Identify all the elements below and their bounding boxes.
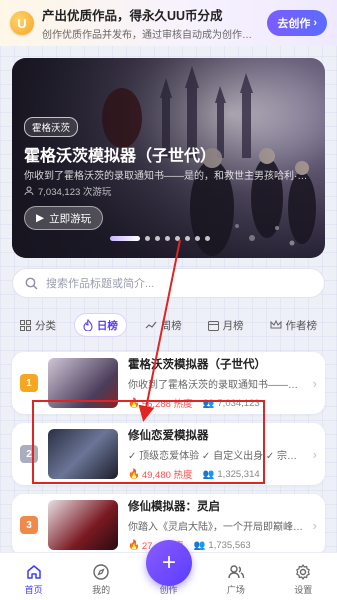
home-icon <box>26 565 41 579</box>
create-fab-button[interactable]: + <box>146 540 192 586</box>
users-value: 1,325,314 <box>217 468 260 480</box>
search-bar[interactable]: 搜索作品标题或简介... <box>12 268 325 298</box>
rank-badge: 1 <box>20 374 38 392</box>
work-description: ✓ 顶级恋爱体验 ✓ 自定义出身 ✓ 宗门… <box>128 451 307 462</box>
work-title: 修仙模拟器：灵启 <box>128 501 220 513</box>
carousel-dot[interactable] <box>185 236 190 241</box>
users-value: 1,735,563 <box>208 539 251 551</box>
nav-mine[interactable]: 我的 <box>73 563 129 596</box>
ranking-tabs: 分类 日榜 周榜 月榜 作者榜 <box>12 312 325 338</box>
list-item[interactable]: 1 霍格沃茨模拟器（子世代） 你收到了霍格沃茨的录取通知书——是… 🔥 56,28… <box>12 352 325 414</box>
nav-label: 广场 <box>226 585 245 595</box>
flame-icon: 🔥 <box>128 539 140 551</box>
tab-monthly[interactable]: 月榜 <box>200 313 252 337</box>
go-create-label: 去创作 <box>277 18 311 30</box>
users-icon: 👥 <box>202 468 215 480</box>
heat-stat: 🔥 56,288 热度 <box>128 396 193 411</box>
users-icon: 👥 <box>202 397 215 409</box>
chevron-right-icon: › <box>313 17 317 29</box>
promo-subtitle: 创作优质作品并发布，通过审核自动成为创作者，获… <box>42 30 260 41</box>
carousel-dot[interactable] <box>145 236 150 241</box>
work-thumbnail <box>48 500 118 550</box>
users-icon: 👥 <box>193 539 206 551</box>
users-icon <box>24 186 34 196</box>
carousel-dot[interactable] <box>155 236 160 241</box>
play-now-button[interactable]: ▶ 立即游玩 <box>24 206 104 230</box>
chevron-right-icon: › <box>312 446 317 462</box>
flame-icon <box>83 319 93 331</box>
carousel-dot[interactable] <box>165 236 170 241</box>
coin-icon: U <box>10 11 34 35</box>
nav-label: 首页 <box>24 585 43 595</box>
work-thumbnail <box>48 358 118 408</box>
list-item[interactable]: 2 修仙恋爱模拟器 ✓ 顶级恋爱体验 ✓ 自定义出身 ✓ 宗门… 🔥 49,480… <box>12 423 325 485</box>
work-title: 修仙恋爱模拟器 <box>128 430 209 442</box>
users-stat: 👥 1,325,314 <box>203 469 260 480</box>
work-thumbnail <box>48 429 118 479</box>
hero-description: 你收到了霍格沃茨的录取通知书——是的，和救世主男孩哈利·波… <box>24 171 314 182</box>
hero-plays-text: 7,034,123 次游玩 <box>38 187 112 198</box>
carousel-dot[interactable] <box>110 236 140 241</box>
tab-label: 分类 <box>35 319 56 332</box>
heat-value: 49,480 热度 <box>141 470 193 481</box>
rank-badge: 3 <box>20 516 38 534</box>
heat-stat: 🔥 49,480 热度 <box>128 467 193 482</box>
work-description: 你踏入《灵启大陆》，一个开局即巅峰… <box>128 522 303 533</box>
promo-text: 产出优质作品，得永久UU币分成 创作优质作品并发布，通过审核自动成为创作者，获… <box>42 5 259 41</box>
tab-category[interactable]: 分类 <box>12 313 64 337</box>
compass-icon <box>93 564 109 580</box>
nav-home[interactable]: 首页 <box>6 563 62 596</box>
chevron-right-icon: › <box>312 375 317 391</box>
promo-title: 产出优质作品，得永久UU币分成 <box>42 9 223 23</box>
heat-value: 56,288 热度 <box>141 399 193 410</box>
search-input[interactable]: 搜索作品标题或简介... <box>46 275 154 291</box>
gear-icon <box>296 564 311 580</box>
hero-category-tag: 霍格沃茨 <box>24 117 79 137</box>
search-icon <box>25 277 38 289</box>
hero-title: 霍格沃茨模拟器（子世代） <box>24 148 217 165</box>
work-description: 你收到了霍格沃茨的录取通知书——是… <box>128 380 307 391</box>
featured-hero-card[interactable]: 霍格沃茨 霍格沃茨模拟器（子世代） 你收到了霍格沃茨的录取通知书——是的，和救世… <box>12 58 325 258</box>
trend-icon <box>145 321 157 329</box>
tab-daily[interactable]: 日榜 <box>73 313 127 337</box>
carousel-dot[interactable] <box>205 236 210 241</box>
tab-label: 周榜 <box>160 319 182 332</box>
play-now-label: 立即游玩 <box>49 212 92 225</box>
users-value: 7,034,123 <box>217 397 260 409</box>
work-title: 霍格沃茨模拟器（子世代） <box>128 359 266 371</box>
hero-plays: 7,034,123 次游玩 <box>24 184 111 198</box>
plus-icon: + <box>161 549 176 576</box>
people-icon <box>228 565 245 579</box>
users-stat: 👥 1,735,563 <box>194 540 251 551</box>
crown-icon <box>270 320 281 329</box>
promo-banner: U 产出优质作品，得永久UU币分成 创作优质作品并发布，通过审核自动成为创作者，… <box>0 0 337 46</box>
tab-label: 日榜 <box>96 319 118 332</box>
nav-label: 我的 <box>92 585 111 595</box>
grid-icon <box>20 319 31 331</box>
nav-label: 设置 <box>294 585 313 595</box>
users-stat: 👥 7,034,123 <box>203 398 260 409</box>
carousel-dot[interactable] <box>195 236 200 241</box>
rank-badge: 2 <box>20 445 38 463</box>
flame-icon: 🔥 <box>128 397 140 409</box>
nav-square[interactable]: 广场 <box>208 563 264 596</box>
flame-icon: 🔥 <box>128 468 140 480</box>
carousel-dot[interactable] <box>175 236 180 241</box>
tab-label: 月榜 <box>222 319 244 332</box>
go-create-button[interactable]: 去创作 › <box>267 10 327 36</box>
tab-weekly[interactable]: 周榜 <box>137 313 190 337</box>
tab-label: 作者榜 <box>285 319 318 332</box>
tab-authors[interactable]: 作者榜 <box>262 313 326 337</box>
chevron-right-icon: › <box>312 517 317 533</box>
calendar-icon <box>207 320 219 331</box>
nav-settings[interactable]: 设置 <box>275 563 331 596</box>
carousel-dots <box>110 236 210 241</box>
play-icon: ▶ <box>36 212 45 224</box>
